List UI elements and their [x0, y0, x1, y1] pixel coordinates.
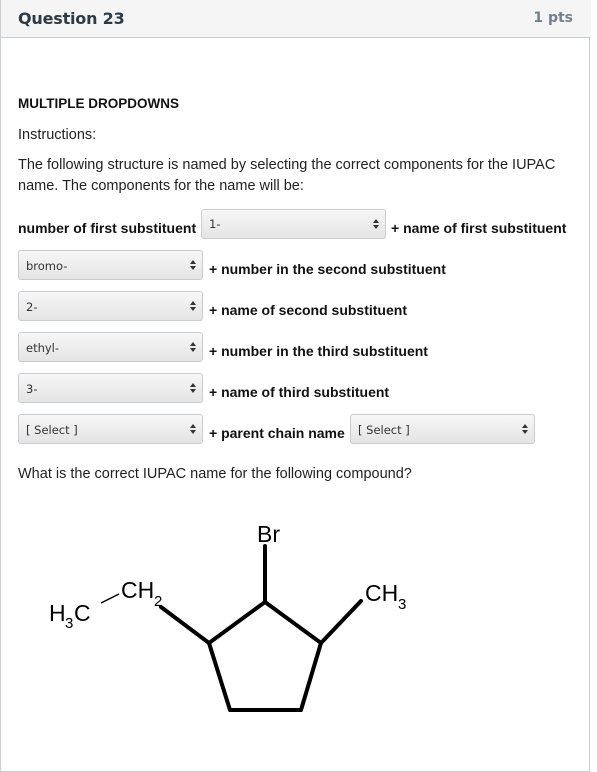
dropdown-second-name[interactable]: ethyl-	[18, 332, 203, 362]
instructions-label: Instructions:	[18, 127, 97, 143]
dropdown-first-number[interactable]: 1-	[201, 209, 386, 239]
question-title: Question 23	[18, 9, 125, 28]
dropdown-value: 2-	[26, 300, 38, 314]
dropdown-value: [ Select ]	[358, 423, 410, 437]
dropdown-second-number[interactable]: 2-	[18, 291, 203, 321]
chevron-updown-icon	[522, 424, 528, 436]
question-points: 1 pts	[533, 10, 573, 26]
label-second-number: + number in the second substituent	[209, 261, 446, 277]
compound-prompt: What is the correct IUPAC name for the f…	[18, 466, 412, 482]
chevron-updown-icon	[190, 424, 196, 436]
dropdown-parent-chain[interactable]: [ Select ]	[350, 414, 535, 444]
question-card: Question 23 1 pts MULTIPLE DROPDOWNS Ins…	[0, 0, 591, 772]
cyclopentane-ring	[207, 600, 323, 712]
label-ch-subscript: 2	[154, 593, 162, 610]
dropdown-first-name[interactable]: bromo-	[18, 250, 203, 280]
dropdown-value: 3-	[26, 382, 38, 396]
dropdown-value: ethyl-	[26, 341, 60, 355]
question-header: Question 23 1 pts	[1, 0, 591, 38]
label-third-number: + number in the third substituent	[209, 343, 428, 359]
dropdown-value: bromo-	[26, 259, 68, 273]
chevron-updown-icon	[373, 219, 379, 231]
chevron-updown-icon	[190, 260, 196, 272]
chemical-structure: Br H 3 C CH 2 CH 3	[49, 521, 406, 712]
label-third-name: + name of third substituent	[209, 384, 390, 400]
chevron-updown-icon	[190, 383, 196, 395]
dropdown-third-name[interactable]: [ Select ]	[18, 414, 203, 444]
instructions-paragraph: The following structure is named by sele…	[18, 157, 556, 194]
label-br: Br	[257, 521, 280, 547]
chevron-updown-icon	[190, 301, 196, 313]
label-parent-chain: + parent chain name	[209, 425, 345, 441]
bonds	[159, 544, 363, 645]
bond-ethyl	[100, 593, 120, 604]
label-second-name: + name of second substituent	[209, 302, 407, 318]
dropdown-value: 1-	[209, 217, 221, 231]
label-ch: CH	[121, 577, 154, 603]
chevron-updown-icon	[190, 342, 196, 354]
label-c: C	[74, 600, 91, 626]
question-type-label: MULTIPLE DROPDOWNS	[18, 96, 179, 111]
label-first-number: number of first substituent	[18, 220, 197, 236]
label-h-subscript: 3	[65, 615, 73, 632]
dropdown-third-number[interactable]: 3-	[18, 373, 203, 403]
dropdown-value: [ Select ]	[26, 423, 78, 437]
bond-ch3	[319, 599, 363, 645]
label-right-subscript: 3	[398, 596, 406, 613]
bond-ch2	[159, 605, 211, 645]
label-h: H	[49, 600, 66, 626]
label-right-ch: CH	[365, 580, 398, 606]
label-first-name: + name of first substituent	[391, 220, 567, 236]
